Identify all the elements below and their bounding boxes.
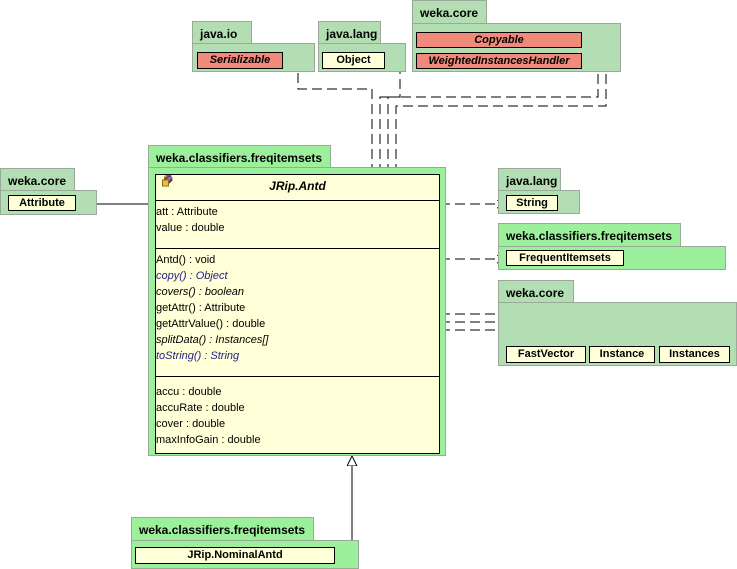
member-label: cover : double (156, 418, 226, 430)
class-jrip-nominalantd[interactable]: JRip.NominalAntd (135, 547, 335, 564)
member-row[interactable]: splitData() : Instances[] (156, 175, 439, 348)
package-tab[interactable]: java.io (192, 21, 252, 44)
class-jrip-antd[interactable]: JRip.Antd att : Attribute value : double … (155, 174, 440, 454)
class-object[interactable]: Object (322, 52, 385, 69)
member-row[interactable]: maxInfoGain : double (156, 175, 439, 448)
member-row[interactable]: covers() : boolean (156, 175, 439, 300)
member-row[interactable]: getAttrValue() : double (156, 175, 439, 332)
package-tab[interactable]: weka.core (498, 280, 574, 303)
class-attribute[interactable]: Attribute (8, 195, 76, 211)
member-row[interactable]: getAttr() : Attribute (156, 175, 439, 316)
class-copyable[interactable]: Copyable (416, 32, 582, 48)
methods-section: Antd() : void copy() : Object covers() : b… (156, 175, 439, 377)
class-frequentitemsets[interactable]: FrequentItemsets (506, 250, 624, 266)
class-instance[interactable]: Instance (589, 346, 655, 363)
member-label: toString() : String (156, 350, 240, 362)
class-instances[interactable]: Instances (659, 346, 730, 363)
class-weightedinstanceshandler[interactable]: WeightedInstancesHandler (416, 53, 582, 69)
member-label: copy() : Object (156, 270, 228, 282)
member-label: covers() : boolean (156, 286, 245, 298)
package-tab[interactable]: weka.classifiers.freqitemsets (498, 223, 681, 247)
realize-weighted (387, 61, 599, 174)
member-label: att : Attribute (156, 206, 218, 218)
class-string[interactable]: String (506, 195, 558, 211)
member-row[interactable]: cover : double (156, 175, 439, 432)
package-tab[interactable]: java.lang (498, 168, 561, 191)
member-row[interactable]: Antd() : void (156, 175, 439, 268)
package-tab[interactable]: java.lang (318, 21, 381, 44)
member-label: Antd() : void (156, 254, 216, 266)
package-tab[interactable]: weka.core (0, 168, 75, 191)
package-tab[interactable]: weka.classifiers.freqitemsets (131, 517, 314, 541)
member-row[interactable]: copy() : Object (156, 175, 439, 284)
member-label: maxInfoGain : double (156, 434, 261, 446)
member-label: getAttrValue() : double (156, 318, 266, 330)
member-label: accu : double (156, 386, 222, 398)
package-tab[interactable]: weka.classifiers.freqitemsets (148, 145, 331, 168)
member-row[interactable]: accu : double (156, 175, 439, 400)
class-name: JRip.Antd (156, 175, 439, 201)
member-label: getAttr() : Attribute (156, 302, 246, 314)
package-tab[interactable]: weka.core (412, 0, 487, 24)
member-row[interactable]: accuRate : double (156, 175, 439, 416)
member-row[interactable]: toString() : String (156, 175, 439, 364)
unlocked-icon (162, 175, 172, 187)
member-label: value : double (156, 222, 225, 234)
fields-section: att : Attribute value : double (156, 175, 439, 249)
extends-object (379, 61, 401, 174)
properties-section: accu : double accuRate : double cover : do… (156, 175, 439, 448)
class-fastvector[interactable]: FastVector (506, 346, 586, 363)
member-row[interactable]: att : Attribute (156, 175, 439, 220)
class-serializable[interactable]: Serializable (197, 52, 283, 69)
member-label: splitData() : Instances[] (156, 334, 269, 346)
member-label: accuRate : double (156, 402, 245, 414)
member-row[interactable]: value : double (156, 175, 439, 236)
